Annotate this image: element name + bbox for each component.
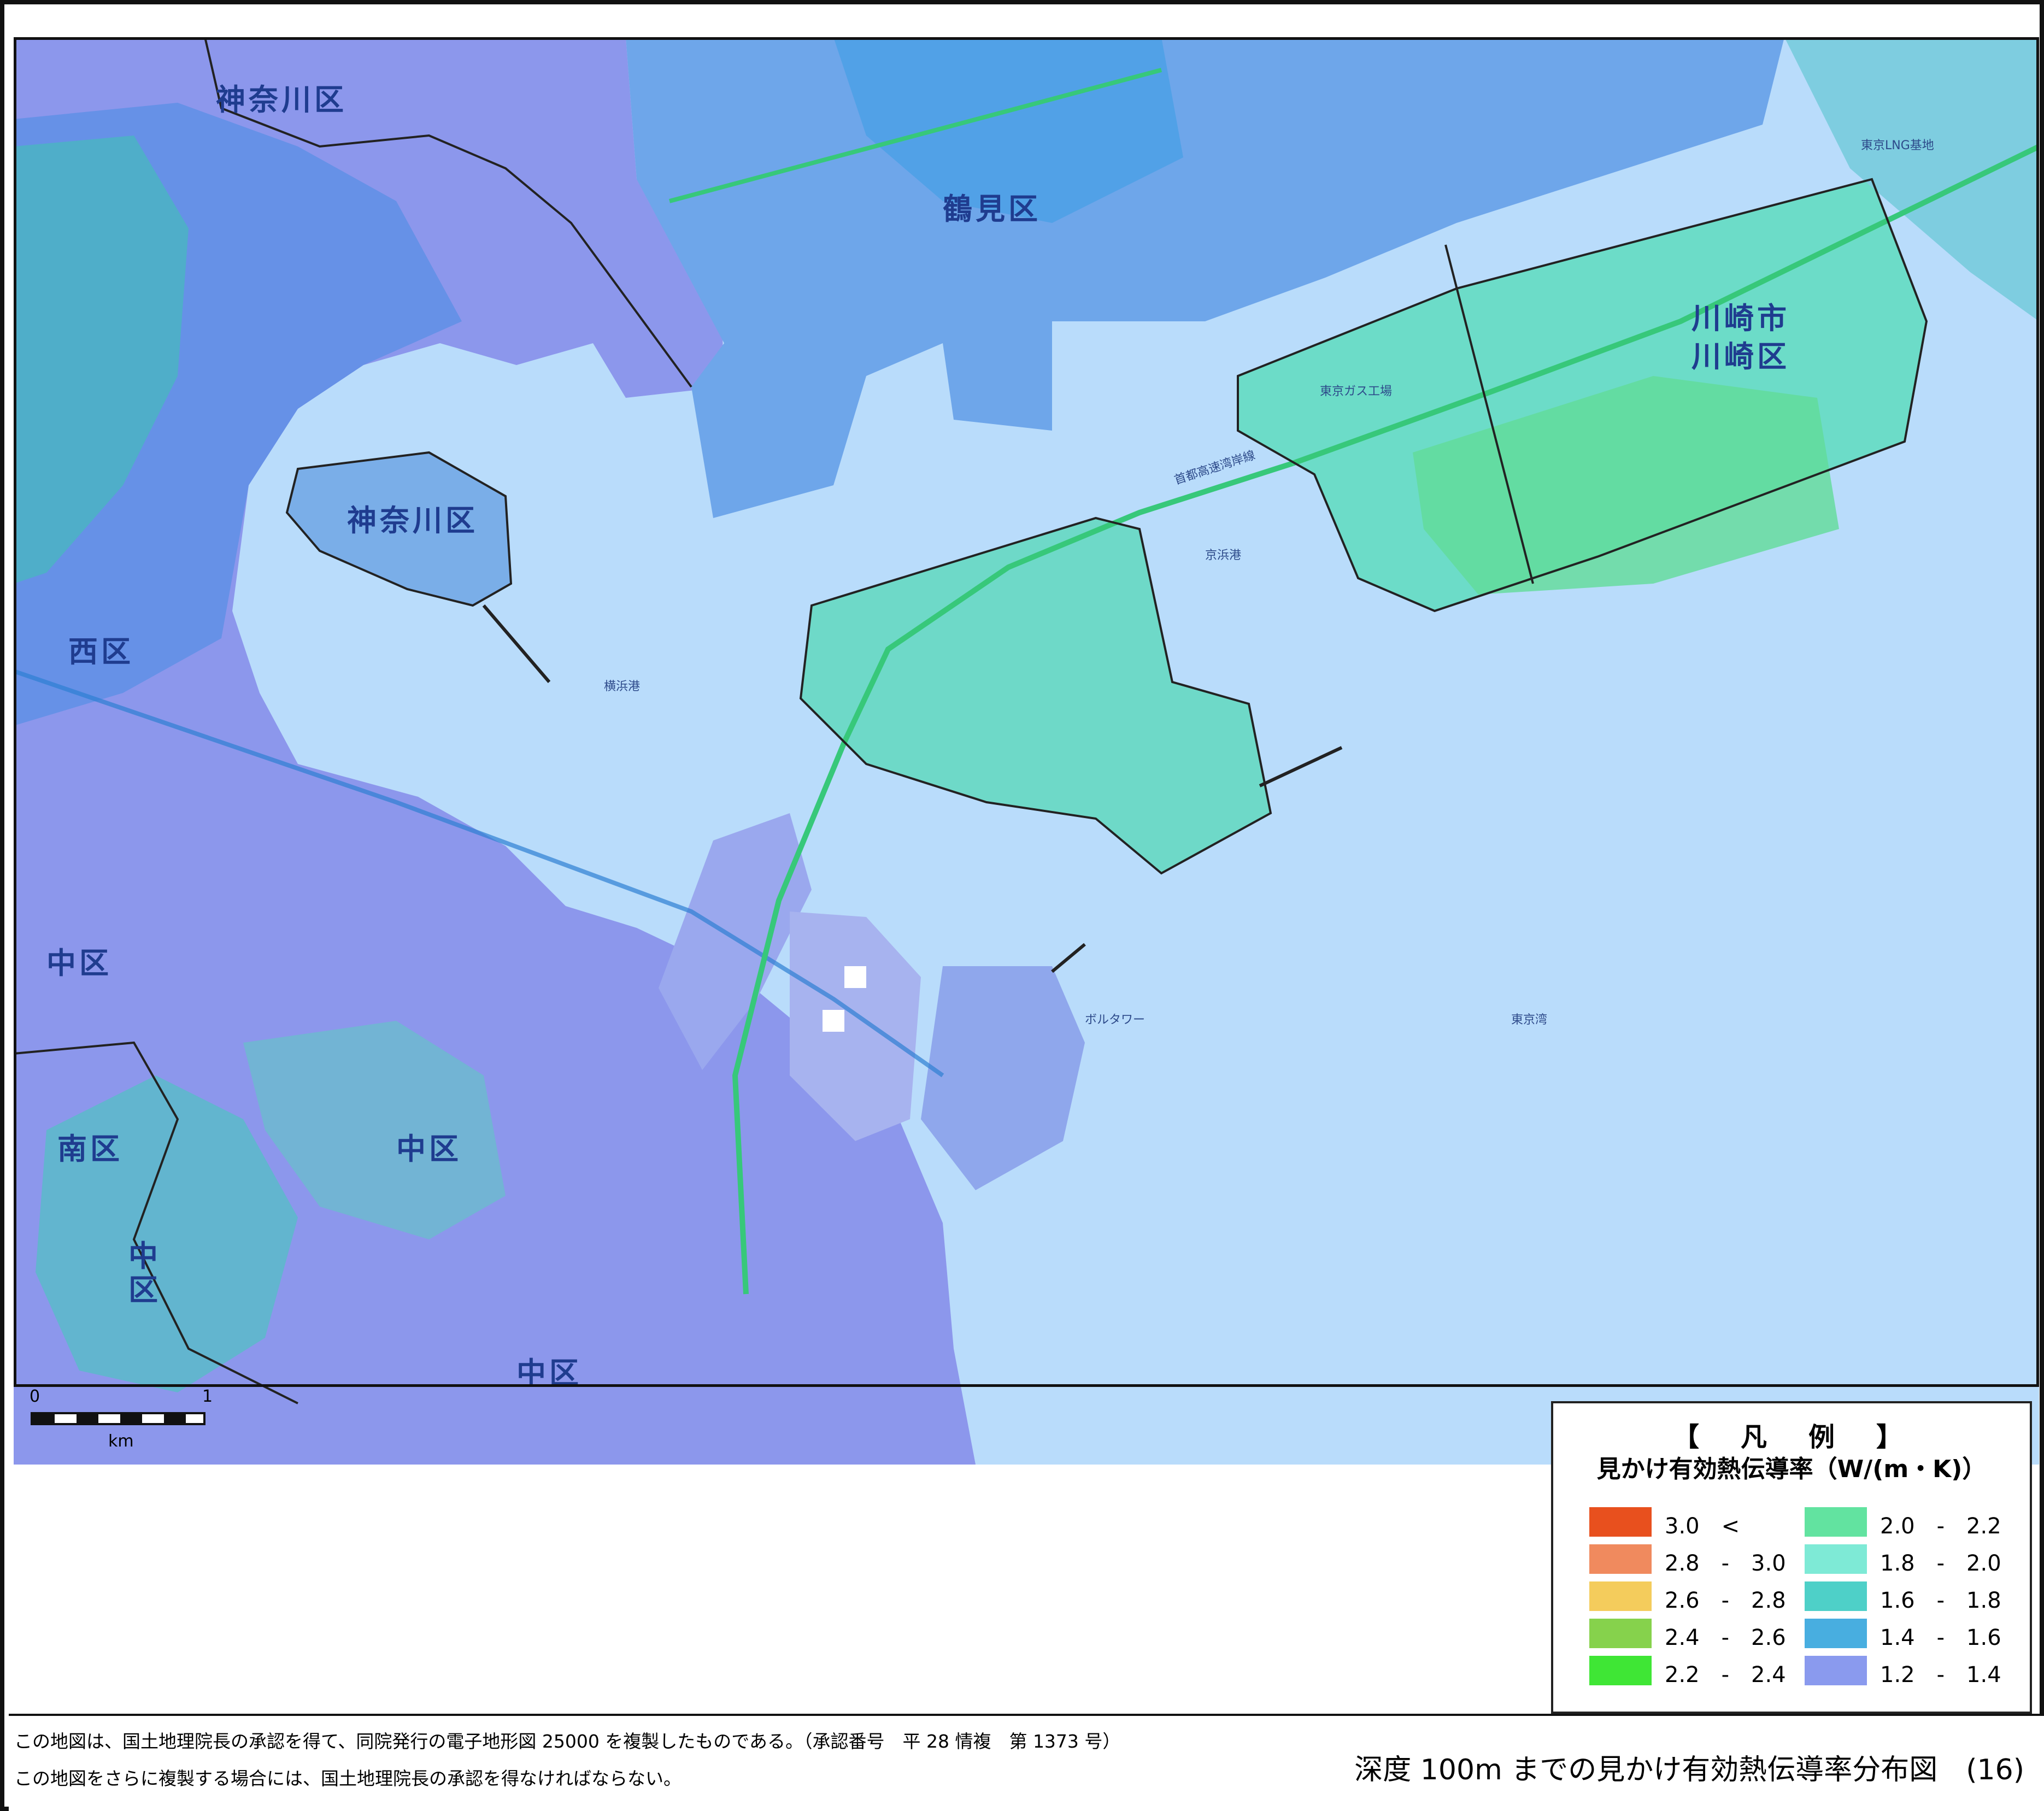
legend-subtitle: 見かけ有効熱伝導率（W/(m・K)） xyxy=(1596,1455,1987,1483)
map-sheet: 神奈川区 鶴見区 川崎市 川崎区 神奈川区 西区 中区 南区 中区 中区 中区 … xyxy=(0,0,2044,1811)
legend-item: 2.2 - 2.4 xyxy=(1589,1656,1808,1687)
map-label-yokohama-port: 横浜港 xyxy=(604,680,641,693)
legend-swatch xyxy=(1805,1581,1867,1611)
legend-label: 2.8 - 3.0 xyxy=(1665,1551,1786,1576)
copyright-notice: この地図は、国土地理院長の承認を得て、同院発行の電子地形図 25000 を複製し… xyxy=(14,1731,1121,1752)
map-label-kawasaki-city: 川崎市 xyxy=(1691,301,1790,336)
reproduction-notice: この地図をさらに複製する場合には、国土地理院長の承認を得なければならない。 xyxy=(14,1768,682,1789)
map-label-minami-ku: 南区 xyxy=(57,1132,123,1166)
legend-swatch xyxy=(1589,1619,1652,1648)
map-label-kanagawa-port: 神奈川区 xyxy=(347,503,478,538)
legend-label: 3.0 < xyxy=(1665,1514,1740,1539)
scale-bar: 0 1 km xyxy=(26,1387,223,1463)
map-label-naka-ku-lower: 中区 xyxy=(128,1239,161,1307)
legend-swatch xyxy=(1805,1544,1867,1574)
legend-title: 【 凡 例 】 xyxy=(1672,1422,1910,1453)
scale-tick-start: 0 xyxy=(30,1387,40,1406)
map-label-tokyo-bay: 東京湾 xyxy=(1511,1013,1548,1027)
map-label-naka-ku-center: 中区 xyxy=(396,1132,462,1166)
map-label-nishi-ku: 西区 xyxy=(68,634,134,669)
map-label-tokyo-lng: 東京LNG基地 xyxy=(1861,139,1934,152)
legend-label: 2.6 - 2.8 xyxy=(1665,1588,1786,1613)
legend-item: 2.6 - 2.8 xyxy=(1589,1581,1808,1613)
legend-swatch xyxy=(1589,1507,1652,1537)
scale-unit: km xyxy=(108,1432,134,1451)
legend-item: 2.8 - 3.0 xyxy=(1589,1544,1808,1576)
map-label-tsurumi-ku: 鶴見区 xyxy=(943,192,1041,226)
legend-item: 1.2 - 1.4 xyxy=(1805,1656,2023,1687)
legend-item: 1.4 - 1.6 xyxy=(1805,1619,2023,1650)
map-label-bay-tower: ボルタワー xyxy=(1085,1013,1146,1027)
map-label-keihin-port: 京浜港 xyxy=(1205,549,1242,562)
legend-item: 2.0 - 2.2 xyxy=(1805,1507,2023,1539)
map-label-kawasaki-ku: 川崎区 xyxy=(1691,339,1790,374)
footer: この地図は、国土地理院長の承認を得て、同院発行の電子地形図 25000 を複製し… xyxy=(9,1714,2044,1811)
legend-swatch xyxy=(1589,1544,1652,1574)
legend-label: 1.8 - 2.0 xyxy=(1880,1551,2001,1576)
map-area[interactable]: 神奈川区 鶴見区 川崎市 川崎区 神奈川区 西区 中区 南区 中区 中区 中区 … xyxy=(14,37,2039,1465)
nodata-cell-2 xyxy=(823,1010,844,1032)
map-label-naka-ku-left: 中区 xyxy=(46,946,112,980)
legend-swatch xyxy=(1805,1507,1867,1537)
legend-label: 2.2 - 2.4 xyxy=(1665,1662,1786,1687)
legend-swatch xyxy=(1805,1619,1867,1648)
legend-label: 1.6 - 1.8 xyxy=(1880,1588,2001,1613)
map-title: 深度 100m までの見かけ有効熱伝導率分布図 (16) xyxy=(1354,1754,2024,1786)
legend-item: 1.6 - 1.8 xyxy=(1805,1581,2023,1613)
map-canvas xyxy=(14,37,2039,1465)
legend-item: 1.8 - 2.0 xyxy=(1805,1544,2023,1576)
legend-swatch xyxy=(1805,1656,1867,1685)
legend-label: 1.4 - 1.6 xyxy=(1880,1625,2001,1650)
scale-bar-graphic xyxy=(31,1412,205,1425)
legend-panel: 【 凡 例 】 見かけ有効熱伝導率（W/(m・K)） 3.0 < 2.8 - 3… xyxy=(1551,1401,2032,1714)
scale-tick-end: 1 xyxy=(202,1387,213,1406)
legend-swatch xyxy=(1589,1656,1652,1685)
legend-label: 2.0 - 2.2 xyxy=(1880,1514,2001,1539)
map-label-kanagawa-ku: 神奈川区 xyxy=(216,83,347,117)
legend-label: 1.2 - 1.4 xyxy=(1880,1662,2001,1687)
nodata-cell-1 xyxy=(844,966,866,988)
map-label-tokyo-gas: 東京ガス工場 xyxy=(1320,385,1393,398)
legend-label: 2.4 - 2.6 xyxy=(1665,1625,1786,1650)
map-label-naka-ku-bottom: 中区 xyxy=(516,1356,582,1390)
legend-swatch xyxy=(1589,1581,1652,1611)
legend-item: 3.0 < xyxy=(1589,1507,1808,1539)
legend-item: 2.4 - 2.6 xyxy=(1589,1619,1808,1650)
